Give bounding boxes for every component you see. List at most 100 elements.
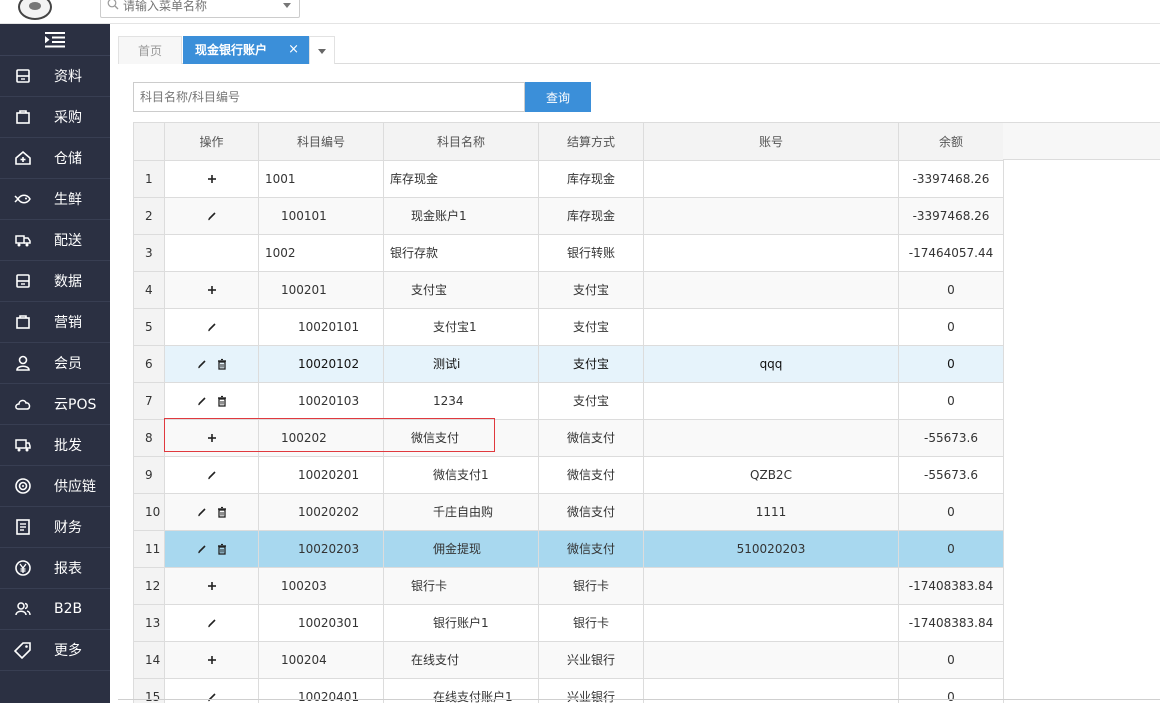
row-index: 7: [133, 382, 165, 420]
pencil-icon[interactable]: [196, 358, 208, 370]
tab-label: 现金银行账户: [195, 43, 268, 57]
tag-icon: [14, 641, 32, 659]
sidebar-item-1[interactable]: 采购: [0, 97, 110, 138]
settlement-cell: 银行卡: [538, 567, 644, 605]
add-icon[interactable]: [206, 654, 218, 666]
trash-icon[interactable]: [216, 395, 228, 407]
subject-name-cell: 千庄自由购: [383, 493, 539, 531]
user-icon: [14, 354, 32, 372]
sidebar-item-5[interactable]: 数据: [0, 261, 110, 302]
add-icon[interactable]: [206, 432, 218, 444]
table-row[interactable]: 7 10020103 1234 支付宝 0: [133, 382, 1004, 420]
table-row[interactable]: 2 100101 现金账户1 库存现金 -3397468.26: [133, 197, 1004, 235]
row-index: 9: [133, 456, 165, 494]
row-ops: [164, 197, 259, 235]
sidebar-item-6[interactable]: 营销: [0, 302, 110, 343]
sidebar-item-label: 供应链: [54, 479, 96, 495]
tab-dropdown-button[interactable]: [309, 36, 335, 64]
sidebar-item-13[interactable]: B2B: [0, 589, 110, 630]
balance-cell: 0: [898, 530, 1004, 568]
sidebar-item-9[interactable]: 批发: [0, 425, 110, 466]
row-index: 13: [133, 604, 165, 642]
pencil-icon[interactable]: [206, 617, 218, 629]
sidebar-item-10[interactable]: 供应链: [0, 466, 110, 507]
tab-home[interactable]: 首页: [118, 36, 182, 64]
sidebar-item-3[interactable]: 生鲜: [0, 179, 110, 220]
subject-name-cell: 支付宝1: [383, 308, 539, 346]
query-button[interactable]: 查询: [525, 82, 591, 112]
chevron-down-icon[interactable]: [283, 3, 291, 8]
pencil-icon[interactable]: [206, 469, 218, 481]
pencil-icon[interactable]: [206, 691, 218, 703]
subject-code-cell: 10020101: [258, 308, 384, 346]
sidebar-item-11[interactable]: 财务: [0, 507, 110, 548]
pencil-icon[interactable]: [206, 321, 218, 333]
pencil-icon[interactable]: [196, 506, 208, 518]
balance-cell: -3397468.26: [898, 197, 1004, 235]
add-icon[interactable]: [206, 284, 218, 296]
close-icon[interactable]: ×: [288, 36, 299, 64]
table-row[interactable]: 10 10020202 千庄自由购 微信支付 1111 0: [133, 493, 1004, 531]
col-account-header[interactable]: 账号: [643, 123, 899, 161]
table-row[interactable]: 5 10020101 支付宝1 支付宝 0: [133, 308, 1004, 346]
sidebar-item-2[interactable]: 仓储: [0, 138, 110, 179]
col-name-header[interactable]: 科目名称: [383, 123, 539, 161]
col-balance-header[interactable]: 余额: [898, 123, 1004, 161]
table-header: 操作 科目编号 科目名称 结算方式 账号 余额: [133, 123, 1004, 161]
subject-name-cell: 测试i: [383, 345, 539, 383]
table-row[interactable]: 6 10020102 测试i 支付宝 qqq 0: [133, 345, 1004, 383]
marketing-bag-icon: [14, 313, 32, 331]
pencil-icon[interactable]: [196, 395, 208, 407]
add-icon[interactable]: [206, 173, 218, 185]
row-index: 2: [133, 197, 165, 235]
tab-bar: 首页 现金银行账户 ×: [118, 36, 1160, 64]
col-code-header[interactable]: 科目编号: [258, 123, 384, 161]
settlement-cell: 库存现金: [538, 160, 644, 198]
account-cell: [643, 271, 899, 309]
trash-icon[interactable]: [216, 358, 228, 370]
table-row[interactable]: 14 100204 在线支付 兴业银行 0: [133, 641, 1004, 679]
tab-cash-bank-account[interactable]: 现金银行账户 ×: [183, 36, 309, 64]
sidebar-item-4[interactable]: 配送: [0, 220, 110, 261]
table-row[interactable]: 4 100201 支付宝 支付宝 0: [133, 271, 1004, 309]
menu-search-box[interactable]: [100, 0, 300, 18]
subject-name-cell: 库存现金: [383, 160, 539, 198]
sidebar: 资料 采购 仓储生鲜配送 数据 营销 会员 云POS 批发供应链财务 报表 B2B 更多: [0, 24, 110, 703]
settlement-cell: 银行卡: [538, 604, 644, 642]
sidebar-item-0[interactable]: 资料: [0, 56, 110, 97]
balance-cell: -17408383.84: [898, 567, 1004, 605]
table-row[interactable]: 11 10020203 佣金提现 微信支付 510020203 0: [133, 530, 1004, 568]
sidebar-item-8[interactable]: 云POS: [0, 384, 110, 425]
shopping-bag-icon: [14, 108, 32, 126]
bottom-divider: [118, 699, 1160, 700]
sidebar-item-label: B2B: [54, 601, 83, 617]
col-settle-header[interactable]: 结算方式: [538, 123, 644, 161]
sidebar-toggle-button[interactable]: [0, 24, 110, 56]
table-row[interactable]: 9 10020201 微信支付1 微信支付 QZB2C -55673.6: [133, 456, 1004, 494]
trash-icon[interactable]: [216, 543, 228, 555]
settlement-cell: 兴业银行: [538, 641, 644, 679]
settlement-cell: 支付宝: [538, 345, 644, 383]
subject-search-input[interactable]: [133, 82, 525, 112]
sidebar-item-label: 生鲜: [54, 192, 82, 208]
table-row[interactable]: 3 1002 银行存款 银行转账 -17464057.44: [133, 234, 1004, 272]
pencil-icon[interactable]: [196, 543, 208, 555]
settlement-cell: 支付宝: [538, 308, 644, 346]
balance-cell: -55673.6: [898, 419, 1004, 457]
settlement-cell: 库存现金: [538, 197, 644, 235]
menu-search-input[interactable]: [123, 0, 273, 17]
subject-code-cell: 100101: [258, 197, 384, 235]
pencil-icon[interactable]: [206, 210, 218, 222]
trash-icon[interactable]: [216, 506, 228, 518]
table-row[interactable]: 8 100202 微信支付 微信支付 -55673.6: [133, 419, 1004, 457]
add-icon[interactable]: [206, 580, 218, 592]
sidebar-item-12[interactable]: 报表: [0, 548, 110, 589]
sidebar-item-14[interactable]: 更多: [0, 630, 110, 671]
account-cell: QZB2C: [643, 456, 899, 494]
balance-cell: 0: [898, 641, 1004, 679]
table-row[interactable]: 13 10020301 银行账户1 银行卡 -17408383.84: [133, 604, 1004, 642]
table-row[interactable]: 12 100203 银行卡 银行卡 -17408383.84: [133, 567, 1004, 605]
sidebar-item-7[interactable]: 会员: [0, 343, 110, 384]
subject-code-cell: 10020301: [258, 604, 384, 642]
table-row[interactable]: 1 1001 库存现金 库存现金 -3397468.26: [133, 160, 1004, 198]
